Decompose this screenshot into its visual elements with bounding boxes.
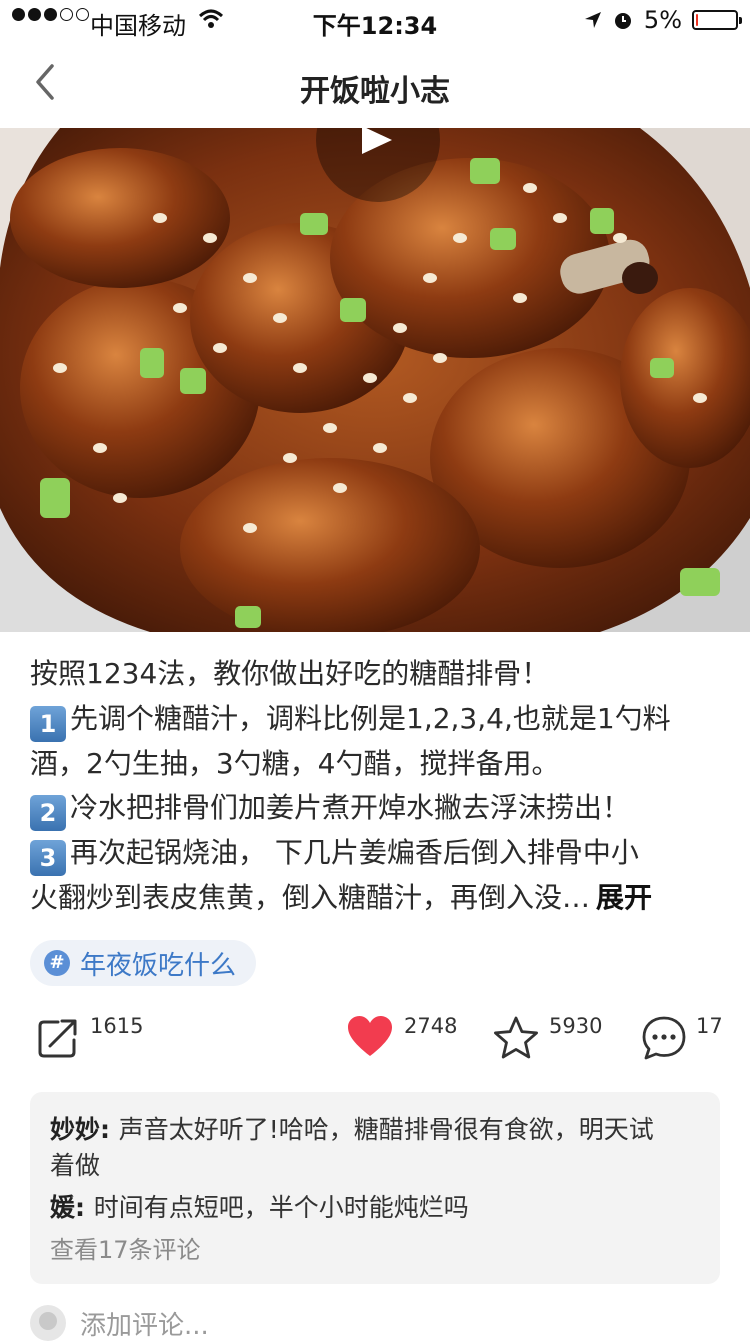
expand-link[interactable]: 展开 (596, 881, 652, 914)
comment-text: 着做 (50, 1151, 101, 1180)
status-bar: 中国移动 下午12:34 5% (0, 0, 750, 40)
description-line: 酒，2勺生抽，3勺糖，4勺醋，搅拌备用。 (30, 746, 560, 780)
share-button[interactable]: 1615 (36, 1014, 146, 1074)
comment-item: 妙妙: 声音太好听了!哈哈，糖醋排骨很有食欲，明天试 (50, 1115, 654, 1144)
comment-count: 17 (696, 1014, 723, 1038)
battery-icon (692, 10, 742, 30)
step-badge: 1 (30, 705, 66, 742)
battery-percent: 5% (643, 6, 682, 34)
favorite-count: 5930 (549, 1014, 603, 1038)
like-count: 2748 (404, 1014, 458, 1038)
heart-icon (348, 1016, 392, 1056)
video-cover-image[interactable] (0, 128, 750, 632)
comment-text: 时间有点短吧，半个小时能炖烂吗 (93, 1193, 469, 1222)
favorite-button[interactable]: 5930 (492, 1014, 612, 1074)
comments-preview[interactable]: 妙妙: 声音太好听了!哈哈，糖醋排骨很有食欲，明天试 着做 媛: 时间有点短吧，… (30, 1092, 720, 1284)
comment-bubble-icon (642, 1016, 686, 1060)
navigation-bar: 开饭啦小志 (0, 40, 750, 128)
alarm-clock-icon (614, 13, 631, 29)
description-line: 火翻炒到表皮焦黄，倒入糖醋汁，再倒入没… 展开 (30, 881, 653, 914)
step-badge: 3 (30, 840, 66, 876)
step-badge: 2 (30, 795, 66, 831)
post-description: 按照1234法，教你做出好吃的糖醋排骨！ 1 先调个糖醋汁，调料比例是1,2,3,… (30, 652, 720, 921)
comment-text: 声音太好听了!哈哈，糖醋排骨很有食欲，明天试 (118, 1115, 654, 1144)
comment-item-continued: 着做 (50, 1148, 700, 1184)
avatar (30, 1305, 66, 1341)
comment-author: 妙妙 (50, 1115, 101, 1144)
share-count: 1615 (90, 1014, 144, 1038)
description-line: 2 冷水把排骨们加姜片煮开焯水撇去浮沫捞出！ (30, 786, 720, 831)
topic-tag[interactable]: # 年夜饭吃什么 (30, 940, 257, 986)
comment-button[interactable]: 17 (640, 1014, 730, 1074)
comment-item: 媛: 时间有点短吧，半个小时能炖烂吗 (50, 1193, 469, 1222)
like-button[interactable]: 2748 (346, 1014, 466, 1074)
comment-author: 媛 (50, 1193, 76, 1222)
share-icon (38, 1019, 77, 1058)
hashtag-icon: # (44, 950, 70, 976)
view-all-comments-link[interactable]: 查看17条评论 (50, 1230, 201, 1265)
topic-tag-label: 年夜饭吃什么 (80, 950, 237, 981)
description-line: 按照1234法，教你做出好吃的糖醋排骨！ (30, 657, 550, 690)
page-title: 开饭啦小志 (300, 74, 450, 109)
star-icon (494, 1016, 538, 1059)
status-right: 5% (584, 6, 742, 34)
description-line: 3 再次起锅烧油， 下几片姜煸香后倒入排骨中小 (30, 831, 720, 876)
description-line: 1 先调个糖醋汁，调料比例是1,2,3,4,也就是1勺料 (30, 697, 720, 742)
location-arrow-icon (584, 12, 601, 28)
add-comment-input[interactable]: 添加评论... (80, 1305, 209, 1342)
